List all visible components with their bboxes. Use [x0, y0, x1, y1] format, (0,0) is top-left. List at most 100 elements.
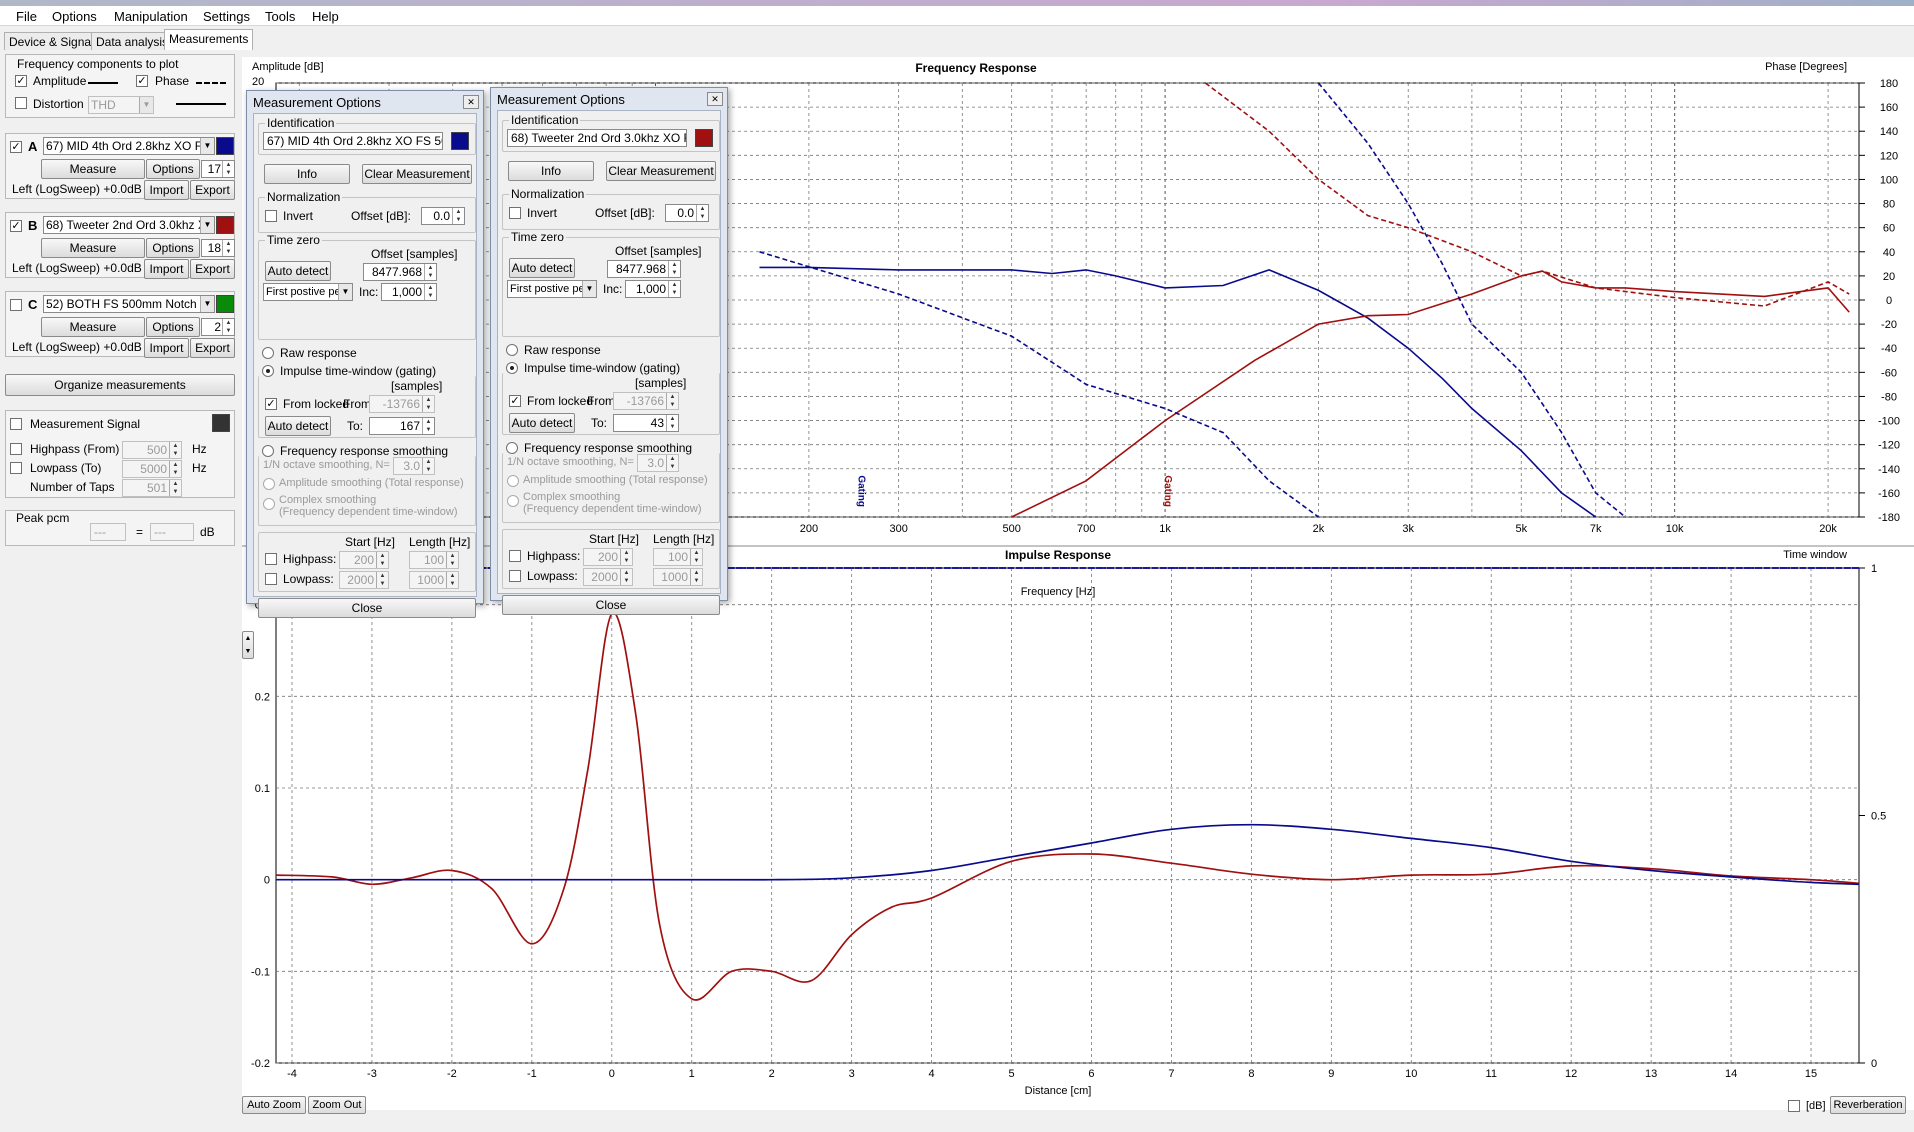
complex-smoothing-radio[interactable]: [263, 498, 275, 510]
spinner-arrows-icon[interactable]: ▲ ▼: [690, 549, 702, 565]
measurement-c-import-button[interactable]: Import: [144, 338, 189, 358]
from-locked-checkbox[interactable]: ✓: [509, 395, 521, 407]
identification-input[interactable]: 68) Tweeter 2nd Ord 3.0khz XO FS 500mm: [507, 129, 687, 147]
tab-measurements[interactable]: Measurements: [164, 29, 254, 50]
measurement-c-options-button[interactable]: Options: [146, 317, 200, 337]
auto-detect-window-button[interactable]: Auto detect: [509, 413, 575, 433]
measurement-signal-color-swatch[interactable]: [212, 414, 230, 432]
spinner-arrows-icon[interactable]: ▲ ▼: [666, 393, 678, 409]
offset-db-input[interactable]: 0.0 ▲ ▼: [665, 204, 709, 222]
highpass-start-input[interactable]: 200 ▲ ▼: [339, 551, 389, 569]
highpass-length-input[interactable]: 100 ▲ ▼: [409, 551, 459, 569]
identification-input[interactable]: 67) MID 4th Ord 2.8khz XO FS 500mm: [263, 132, 443, 150]
peak-mode-select[interactable]: First postive peak ▼: [263, 283, 353, 301]
octave-smoothing-input[interactable]: 3.0 ▲ ▼: [637, 454, 679, 472]
measurement-c-number[interactable]: 2 ▲ ▼: [201, 318, 235, 336]
spinner-arrows-icon[interactable]: ▲ ▼: [452, 208, 464, 224]
distortion-checkbox[interactable]: [15, 97, 27, 109]
lowpass-length-input[interactable]: 1000 ▲ ▼: [653, 568, 703, 586]
identification-color-swatch[interactable]: [451, 132, 469, 150]
db-checkbox[interactable]: [1788, 1100, 1800, 1112]
dialog-close-button[interactable]: Close: [258, 598, 476, 618]
info-button[interactable]: Info: [508, 161, 594, 181]
dialog-lowpass-checkbox[interactable]: [509, 570, 521, 582]
spinner-arrows-icon[interactable]: ▲ ▼: [666, 415, 678, 431]
measurement-a-color-swatch[interactable]: [216, 137, 234, 155]
raw-response-radio[interactable]: [506, 344, 518, 356]
from-input[interactable]: -13766 ▲ ▼: [369, 395, 435, 413]
octave-smoothing-input[interactable]: 3.0 ▲ ▼: [393, 457, 435, 475]
spinner-arrows-icon[interactable]: ▲ ▼: [222, 319, 234, 335]
peak-mode-select[interactable]: First postive peak ▼: [507, 280, 597, 298]
measurement-a-options-button[interactable]: Options: [146, 159, 200, 179]
spinner-arrows-icon[interactable]: ▲ ▼: [169, 442, 181, 458]
measurement-a-measure-button[interactable]: Measure: [41, 159, 145, 179]
distortion-select[interactable]: THD ▼: [88, 96, 154, 114]
menu-manipulation[interactable]: Manipulation: [114, 9, 188, 24]
measurement-b-number[interactable]: 18 ▲ ▼: [201, 239, 235, 257]
info-button[interactable]: Info: [264, 164, 350, 184]
offset-samples-input[interactable]: 8477.968 ▲ ▼: [363, 263, 437, 281]
measurement-c-measure-button[interactable]: Measure: [41, 317, 145, 337]
to-input[interactable]: 167 ▲ ▼: [369, 417, 435, 435]
number-of-taps-input[interactable]: 501 ▲ ▼: [122, 479, 182, 497]
measurement-b-export-button[interactable]: Export: [190, 259, 235, 279]
spinner-arrows-icon[interactable]: ▲ ▼: [222, 161, 234, 177]
highpass-length-input[interactable]: 100 ▲ ▼: [653, 548, 703, 566]
menu-file[interactable]: File: [16, 9, 37, 24]
menu-options[interactable]: Options: [52, 9, 97, 24]
spinner-arrows-icon[interactable]: ▲ ▼: [668, 261, 680, 277]
measurement-b-select[interactable]: 68) Tweeter 2nd Ord 3.0khz XO FS 500mm▼: [43, 216, 215, 234]
measurement-a-number[interactable]: 17 ▲ ▼: [201, 160, 235, 178]
spinner-arrows-icon[interactable]: ▲ ▼: [424, 284, 436, 300]
spinner-arrows-icon[interactable]: ▲ ▼: [424, 264, 436, 280]
complex-smoothing-radio[interactable]: [507, 495, 519, 507]
measurement-c-color-swatch[interactable]: [216, 295, 234, 313]
spinner-arrows-icon[interactable]: ▲ ▼: [696, 205, 708, 221]
measurement-a-import-button[interactable]: Import: [144, 180, 189, 200]
measurement-a-select[interactable]: 67) MID 4th Ord 2.8khz XO FS 500mm▼: [43, 137, 215, 155]
to-input[interactable]: 43 ▲ ▼: [613, 414, 679, 432]
spinner-arrows-icon[interactable]: ▲ ▼: [169, 461, 181, 477]
spinner-arrows-icon[interactable]: ▲ ▼: [422, 418, 434, 434]
dialog-lowpass-checkbox[interactable]: [265, 573, 277, 585]
organize-measurements-button[interactable]: Organize measurements: [5, 374, 235, 396]
identification-color-swatch[interactable]: [695, 129, 713, 147]
measurement-b-import-button[interactable]: Import: [144, 259, 189, 279]
amplitude-smoothing-radio[interactable]: [263, 478, 275, 490]
spinner-arrows-icon[interactable]: ▲ ▼: [376, 572, 388, 588]
auto-detect-window-button[interactable]: Auto detect: [265, 416, 331, 436]
measurement-signal-checkbox[interactable]: [10, 418, 22, 430]
invert-checkbox[interactable]: [265, 210, 277, 222]
auto-detect-time-zero-button[interactable]: Auto detect: [265, 261, 331, 281]
measurement-c-checkbox[interactable]: [10, 299, 22, 311]
highpass-start-input[interactable]: 200 ▲ ▼: [583, 548, 633, 566]
spinner-arrows-icon[interactable]: ▲ ▼: [169, 480, 181, 496]
offset-samples-input[interactable]: 8477.968 ▲ ▼: [607, 260, 681, 278]
measurement-b-color-swatch[interactable]: [216, 216, 234, 234]
measurement-a-checkbox[interactable]: ✓: [10, 141, 22, 153]
clear-measurement-button[interactable]: Clear Measurement: [606, 161, 716, 181]
reverberation-button[interactable]: Reverberation: [1830, 1096, 1906, 1114]
dialog-highpass-checkbox[interactable]: [509, 550, 521, 562]
dialog-close-button[interactable]: Close: [502, 595, 720, 615]
highpass-from-input[interactable]: 500 ▲ ▼: [122, 441, 182, 459]
spinner-arrows-icon[interactable]: ▲ ▼: [446, 552, 458, 568]
spinner-arrows-icon[interactable]: ▲ ▼: [620, 549, 632, 565]
spinner-arrows-icon[interactable]: ▲ ▼: [666, 455, 678, 471]
close-icon[interactable]: ✕: [707, 92, 723, 106]
clear-measurement-button[interactable]: Clear Measurement: [362, 164, 472, 184]
phase-checkbox[interactable]: ✓: [136, 75, 148, 87]
close-icon[interactable]: ✕: [463, 95, 479, 109]
amplitude-smoothing-radio[interactable]: [507, 475, 519, 487]
lowpass-to-checkbox[interactable]: [10, 462, 22, 474]
measurement-b-options-button[interactable]: Options: [146, 238, 200, 258]
spinner-arrows-icon[interactable]: ▲ ▼: [668, 281, 680, 297]
tab-data-analysis[interactable]: Data analysis: [91, 32, 174, 50]
spinner-arrows-icon[interactable]: ▲ ▼: [222, 240, 234, 256]
tab-device-signal[interactable]: Device & Signal: [4, 32, 99, 50]
spinner-arrows-icon[interactable]: ▲ ▼: [446, 572, 458, 588]
raw-response-radio[interactable]: [262, 347, 274, 359]
from-locked-checkbox[interactable]: ✓: [265, 398, 277, 410]
zoom-out-button[interactable]: Zoom Out: [308, 1096, 366, 1114]
